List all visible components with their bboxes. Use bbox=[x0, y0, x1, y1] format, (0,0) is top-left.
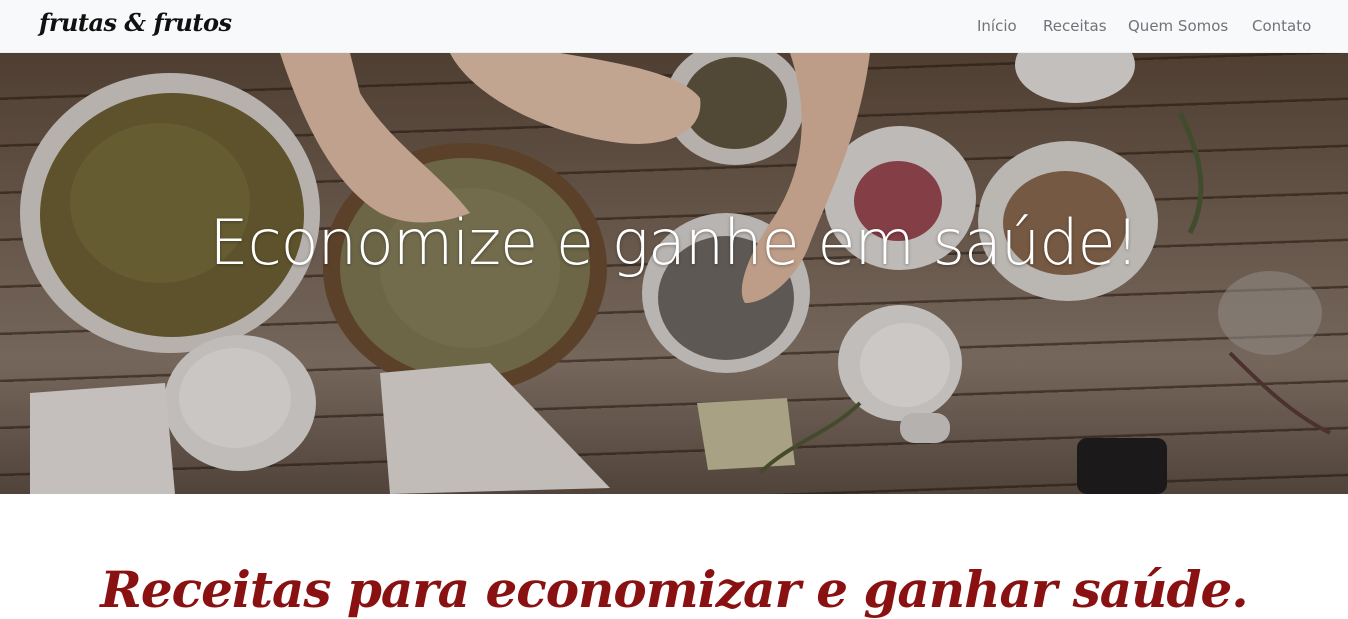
nav-link-inicio[interactable]: Início bbox=[977, 17, 1017, 35]
brand-logo[interactable]: frutas & frutos bbox=[39, 8, 232, 37]
hero-banner: Economize e ganhe em saúde! bbox=[0, 53, 1348, 494]
nav-link-quem-somos[interactable]: Quem Somos bbox=[1128, 17, 1228, 35]
nav-link-contato[interactable]: Contato bbox=[1252, 17, 1311, 35]
nav-link-receitas[interactable]: Receitas bbox=[1043, 17, 1107, 35]
hero-title: Economize e ganhe em saúde! bbox=[209, 206, 1139, 279]
section-title: Receitas para economizar e ganhar saúde. bbox=[100, 560, 1248, 619]
navbar: frutas & frutos Início Receitas Quem Som… bbox=[0, 0, 1348, 53]
